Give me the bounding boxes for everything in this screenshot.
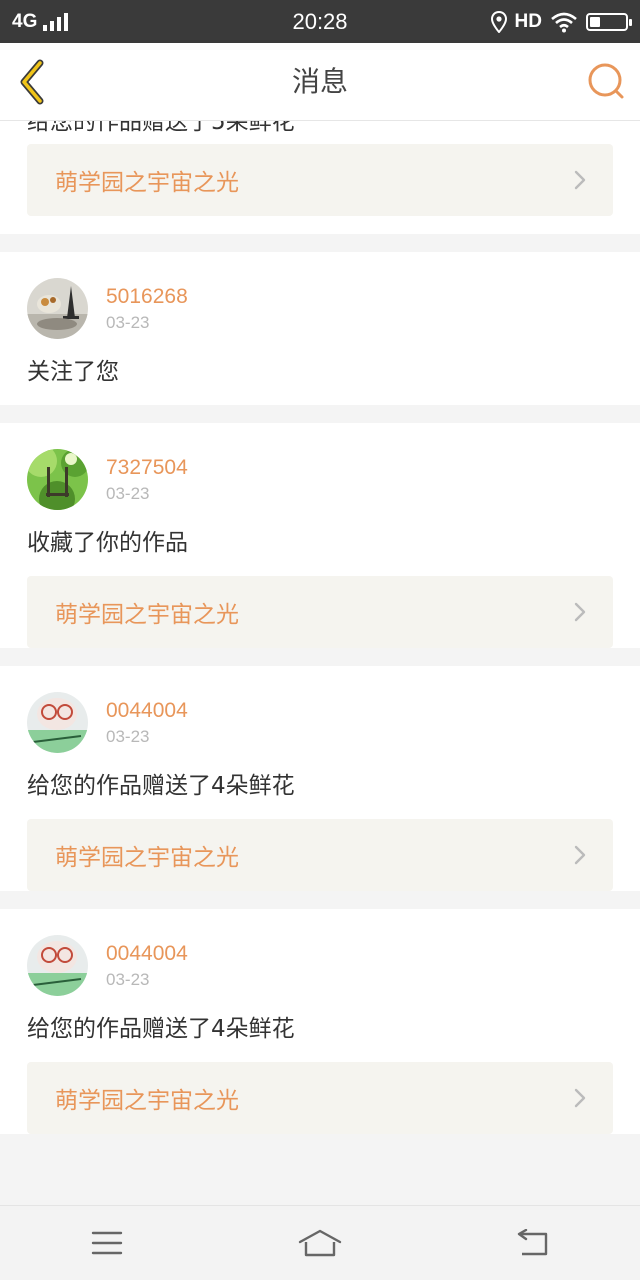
username[interactable]: 0044004 <box>106 940 188 968</box>
search-icon[interactable] <box>586 61 626 101</box>
message-action: 给您的作品赠送了4朵鲜花 <box>27 773 295 799</box>
message-card: 7327504 03-23 收藏了你的作品 萌学园之宇宙之光 <box>0 423 640 648</box>
work-title: 萌学园之宇宙之光 <box>55 1088 239 1114</box>
system-nav-bar <box>0 1205 640 1280</box>
user-row[interactable]: 0044004 03-23 <box>27 666 613 753</box>
message-action: 收藏了你的作品 <box>27 530 188 556</box>
network-type: 4G <box>12 10 38 32</box>
wifi-icon <box>551 12 577 32</box>
chevron-right-icon <box>574 1088 586 1108</box>
message-action: 给您的作品赠送了5朵鲜花 <box>27 121 295 135</box>
location-icon <box>490 10 507 33</box>
message-date: 03-23 <box>106 969 150 989</box>
message-card: 5016268 03-23 关注了您 <box>0 252 640 405</box>
message-action: 关注了您 <box>27 359 119 385</box>
hd-indicator: HD <box>514 10 542 32</box>
home-icon[interactable] <box>290 1223 350 1263</box>
back-icon[interactable] <box>503 1223 563 1263</box>
battery-icon <box>586 12 632 31</box>
signal-bars-icon <box>43 12 69 31</box>
work-link[interactable]: 萌学园之宇宙之光 <box>27 576 613 648</box>
page-title: 消息 <box>291 65 348 98</box>
message-date: 03-23 <box>106 483 150 503</box>
work-link[interactable]: 萌学园之宇宙之光 <box>27 819 613 891</box>
message-card: 0044004 03-23 给您的作品赠送了4朵鲜花 萌学园之宇宙之光 <box>0 666 640 891</box>
username[interactable]: 5016268 <box>106 283 188 311</box>
user-row[interactable]: 0044004 03-23 <box>27 909 613 996</box>
avatar[interactable] <box>27 449 88 510</box>
chevron-right-icon <box>574 170 586 190</box>
message-date: 03-23 <box>106 726 150 746</box>
work-link[interactable]: 萌学园之宇宙之光 <box>27 144 613 216</box>
nav-bar: 消息 <box>0 43 640 121</box>
work-link[interactable]: 萌学园之宇宙之光 <box>27 1062 613 1134</box>
message-card: 给您的作品赠送了5朵鲜花 萌学园之宇宙之光 <box>0 121 640 234</box>
signal-indicator: 4G <box>12 10 69 33</box>
message-list[interactable]: 给您的作品赠送了5朵鲜花 萌学园之宇宙之光 5016268 03-23 关注了您… <box>0 121 640 1205</box>
status-bar: 4G 20:28 HD <box>0 0 640 43</box>
message-card: 0044004 03-23 给您的作品赠送了4朵鲜花 萌学园之宇宙之光 <box>0 909 640 1134</box>
work-title: 萌学园之宇宙之光 <box>55 845 239 871</box>
username[interactable]: 0044004 <box>106 697 188 725</box>
user-row[interactable]: 5016268 03-23 <box>27 252 613 339</box>
menu-icon[interactable] <box>77 1223 137 1263</box>
work-title: 萌学园之宇宙之光 <box>55 602 239 628</box>
user-row[interactable]: 7327504 03-23 <box>27 423 613 510</box>
chevron-right-icon <box>574 845 586 865</box>
work-title: 萌学园之宇宙之光 <box>55 170 239 196</box>
avatar[interactable] <box>27 692 88 753</box>
message-action: 给您的作品赠送了4朵鲜花 <box>27 1016 295 1042</box>
chevron-right-icon <box>574 602 586 622</box>
message-date: 03-23 <box>106 312 150 332</box>
avatar[interactable] <box>27 935 88 996</box>
avatar[interactable] <box>27 278 88 339</box>
username[interactable]: 7327504 <box>106 454 188 482</box>
